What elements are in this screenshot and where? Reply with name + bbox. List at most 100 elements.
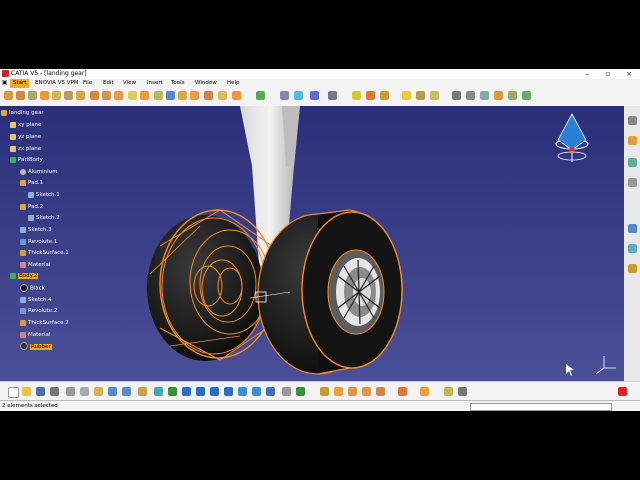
tree-node-revolute2[interactable]: Revolute.2 (20, 307, 57, 315)
tree-node-zx-plane[interactable]: zx plane (10, 145, 41, 153)
catia-menu-icon[interactable]: ▣ (1, 79, 8, 88)
tree-node-material2[interactable]: Material (20, 331, 50, 339)
zoom-out-icon[interactable] (224, 387, 233, 396)
tree-node-sketch4[interactable]: Sketch.4 (20, 296, 52, 304)
render-style-icon[interactable] (366, 91, 375, 100)
menu-help[interactable]: Help (226, 79, 241, 88)
thickness-tool-icon[interactable] (140, 91, 149, 100)
menu-edit[interactable]: Edit (102, 79, 115, 88)
multi-view-icon[interactable] (494, 91, 503, 100)
tree-node-xy-plane[interactable]: xy plane (10, 121, 42, 129)
whats-this-icon[interactable] (138, 387, 147, 396)
point-tool-icon[interactable] (628, 224, 637, 233)
tree-node-sketch1[interactable]: Sketch.1 (28, 191, 60, 199)
rotate-view-icon[interactable] (196, 387, 205, 396)
tree-node-pad2[interactable]: Pad.2 (20, 203, 43, 211)
profile-tool-icon[interactable] (628, 244, 637, 253)
tree-node-rubber[interactable]: Rubber (20, 342, 52, 350)
paste-icon[interactable] (94, 387, 103, 396)
minimize-button[interactable]: – (580, 69, 594, 79)
tree-node-sketch3[interactable]: Sketch.3 (20, 226, 52, 234)
sew-surface-tool-icon[interactable] (190, 91, 199, 100)
apply-material-icon[interactable] (352, 91, 361, 100)
normal-view-icon-bottom[interactable] (238, 387, 247, 396)
menu-tools[interactable]: Tools (170, 79, 186, 88)
hole-tool-icon[interactable] (64, 91, 73, 100)
sketch-analysis-icon[interactable] (628, 136, 637, 145)
design-table-icon[interactable] (458, 387, 467, 396)
tree-node-thicksurface2[interactable]: ThickSurface.2 (20, 319, 69, 327)
pad-tool-icon[interactable] (16, 91, 25, 100)
print-icon[interactable] (50, 387, 59, 396)
hide-show-icon[interactable] (466, 91, 475, 100)
measure-tool-icon[interactable] (256, 91, 265, 100)
publish-icon[interactable] (398, 387, 407, 396)
pan-icon[interactable] (182, 387, 191, 396)
redo-icon[interactable] (122, 387, 131, 396)
shell-tool-icon[interactable] (128, 91, 137, 100)
rotate-tool-icon[interactable] (218, 91, 227, 100)
fillet-tool-icon[interactable] (90, 91, 99, 100)
fly-mode-icon[interactable] (154, 387, 163, 396)
tree-node-black[interactable]: Black (20, 284, 45, 292)
chamfer-tool-icon[interactable] (102, 91, 111, 100)
menu-file[interactable]: File (82, 79, 93, 88)
line-tool-icon[interactable] (628, 178, 637, 187)
zoom-in-icon[interactable] (210, 387, 219, 396)
tree-node-yz-plane[interactable]: yz plane (10, 133, 41, 141)
menu-view[interactable]: View (122, 79, 137, 88)
undo-icon[interactable] (108, 387, 117, 396)
tree-node-pad1[interactable]: Pad.1 (20, 179, 43, 187)
apply-material-icon-bottom[interactable] (376, 387, 385, 396)
swap-space-icon[interactable] (296, 387, 305, 396)
tree-node-sketch2[interactable]: Sketch.2 (28, 214, 60, 222)
tree-node-revolute1[interactable]: Revolute.1 (20, 238, 57, 246)
thick-surface-tool-icon[interactable] (166, 91, 175, 100)
tree-node-thicksurface1[interactable]: ThickSurface.1 (20, 249, 69, 257)
view-mode-icon[interactable] (522, 91, 531, 100)
fit-all-icon[interactable] (168, 387, 177, 396)
rib-tool-icon[interactable] (76, 91, 85, 100)
menu-window[interactable]: Window (194, 79, 218, 88)
shaft-tool-icon[interactable] (40, 91, 49, 100)
close-button[interactable]: × (622, 69, 636, 79)
draft-tool-icon[interactable] (114, 91, 123, 100)
compass-tool-icon[interactable] (328, 91, 337, 100)
tree-node-aluminium[interactable]: Aluminium (20, 168, 58, 176)
grid-tool-icon[interactable] (310, 91, 319, 100)
formula-icon[interactable] (430, 91, 439, 100)
maximize-button[interactable]: ▫ (601, 69, 615, 79)
tree-node-body2[interactable]: Body.2 (10, 272, 39, 280)
mirror-tool-icon[interactable] (232, 91, 241, 100)
sketch-tool-icon[interactable] (4, 91, 13, 100)
menu-start[interactable]: Start (10, 79, 30, 88)
menu-insert[interactable]: Insert (146, 79, 164, 88)
swap-view-icon[interactable] (452, 91, 461, 100)
tree-node-material1[interactable]: Material (20, 261, 50, 269)
pocket-tool-icon[interactable] (28, 91, 37, 100)
constraint-icon[interactable] (628, 158, 637, 167)
measure-item-icon[interactable] (348, 387, 357, 396)
close-surface-tool-icon[interactable] (178, 91, 187, 100)
knowledge-icon[interactable] (416, 91, 425, 100)
view-mode-icon-bottom[interactable] (266, 387, 275, 396)
iso-view-icon[interactable] (508, 91, 517, 100)
new-file-icon[interactable] (8, 387, 19, 398)
quick-view-icon[interactable] (252, 387, 261, 396)
save-icon[interactable] (36, 387, 45, 396)
split-tool-icon[interactable] (154, 91, 163, 100)
catalog-browser-icon[interactable] (444, 387, 453, 396)
catalog-icon[interactable] (402, 91, 411, 100)
knowledge-advisor-icon[interactable] (420, 387, 429, 396)
3d-viewport[interactable]: landing gear xy plane yz plane zx plane … (0, 106, 624, 381)
open-file-icon[interactable] (22, 387, 31, 396)
menu-enovia[interactable]: ENOVIA V5 VPM (34, 79, 80, 88)
normal-view-icon[interactable] (480, 91, 489, 100)
measure-between-icon[interactable] (334, 387, 343, 396)
power-input-field[interactable] (470, 403, 612, 411)
tree-root[interactable]: landing gear (1, 109, 44, 117)
groove-tool-icon[interactable] (52, 91, 61, 100)
tree-node-partbody[interactable]: PartBody (10, 156, 43, 164)
update-icon[interactable] (320, 387, 329, 396)
copy-icon[interactable] (80, 387, 89, 396)
